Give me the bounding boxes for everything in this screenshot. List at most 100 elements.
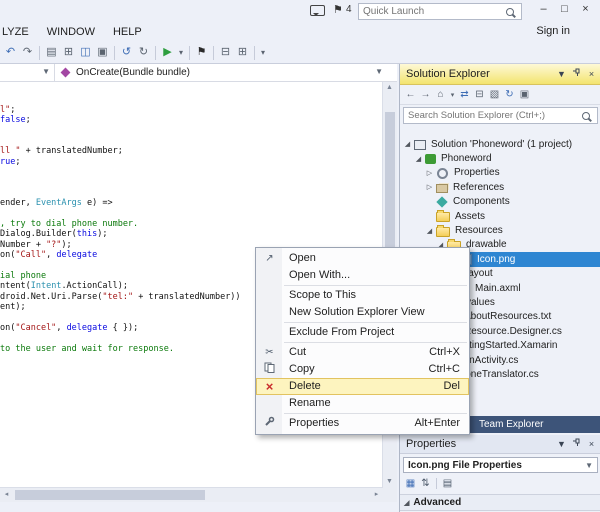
search-icon — [582, 112, 590, 120]
show-all-files-icon[interactable]: ▧ — [487, 89, 502, 100]
close-button[interactable]: × — [575, 0, 596, 18]
member-dropdown[interactable]: OnCreate(Bundle bundle) ▼ — [55, 64, 397, 81]
window-menu-icon[interactable]: ▼ — [554, 435, 569, 453]
expander-icon[interactable]: ◢ — [402, 140, 413, 148]
expander-icon[interactable]: ◢ — [404, 499, 409, 507]
tree-item-properties[interactable]: ▷Properties — [400, 166, 600, 180]
navigate-back-icon[interactable]: ↶ — [2, 43, 19, 62]
more-options-icon[interactable]: ▾ — [258, 43, 268, 62]
start-debug-icon[interactable]: ▶ — [159, 43, 176, 62]
menu-shortcut: Del — [443, 378, 460, 395]
forward-icon[interactable]: → — [418, 89, 433, 100]
tree-item-components[interactable]: Components — [400, 195, 600, 209]
tree-item-label: Solution 'Phoneword' (1 project) — [429, 139, 572, 150]
tree-item-label: Icon.png — [475, 254, 515, 265]
maximize-button[interactable]: □ — [554, 0, 575, 18]
sync-with-active-document-icon[interactable]: ⇄ — [457, 89, 472, 100]
menu-window[interactable]: WINDOW — [38, 26, 104, 38]
tree-item-assets[interactable]: Assets — [400, 209, 600, 223]
scope-dropdown-icon[interactable]: ▾ — [448, 91, 457, 99]
refresh-icon[interactable]: ↻ — [502, 89, 517, 100]
bookmark-icon[interactable]: ⚑ — [193, 43, 210, 62]
pin-icon[interactable] — [569, 435, 584, 453]
new-file-icon[interactable]: ▤ — [43, 43, 60, 62]
tree-item-references[interactable]: ▷References — [400, 180, 600, 194]
menu-item-open[interactable]: ↗Open — [256, 250, 469, 267]
feedback-bubble-icon[interactable] — [310, 5, 325, 16]
open-file-icon[interactable]: ⊞ — [60, 43, 77, 62]
categorized-icon[interactable]: ▦ — [403, 478, 418, 489]
pin-icon[interactable] — [569, 65, 584, 83]
quick-launch-box[interactable] — [358, 3, 522, 20]
expander-icon[interactable]: ◢ — [413, 155, 424, 163]
solution-explorer-header[interactable]: Solution Explorer ▼ × — [400, 64, 600, 85]
expander-icon[interactable]: ▷ — [424, 183, 435, 191]
notifications-flag-icon[interactable]: ⚑ — [333, 3, 343, 16]
collapse-all-icon[interactable]: ⊟ — [472, 89, 487, 100]
references-icon — [436, 184, 448, 193]
code-line — [0, 126, 383, 136]
menu-shortcut: Ctrl+C — [429, 361, 460, 378]
menu-item-label: Scope to This — [289, 289, 356, 301]
expander-icon[interactable]: ◢ — [424, 227, 435, 235]
method-icon — [61, 68, 71, 78]
menu-separator — [284, 285, 467, 286]
property-pages-icon[interactable]: ▤ — [440, 478, 455, 489]
category-row-advanced[interactable]: ◢ Advanced — [400, 494, 600, 511]
menu-item-scope-to-this[interactable]: Scope to This — [256, 287, 469, 304]
scroll-down-icon[interactable]: ▼ — [383, 476, 396, 488]
scroll-left-icon[interactable]: ◂ — [0, 488, 13, 501]
menu-item-new-solution-explorer-view[interactable]: New Solution Explorer View — [256, 304, 469, 321]
menu-item-copy[interactable]: CopyCtrl+C — [256, 361, 469, 378]
tree-item-solution-phoneword-1-project[interactable]: ◢ Solution 'Phoneword' (1 project) — [400, 137, 600, 151]
tree-item-label: Main.axml — [473, 283, 521, 294]
collapse-region-icon[interactable]: ⊟ — [217, 43, 234, 62]
save-all-icon[interactable]: ▣ — [94, 43, 111, 62]
expand-region-icon[interactable]: ⊞ — [234, 43, 251, 62]
menu-help[interactable]: HELP — [104, 26, 151, 38]
expander-icon[interactable]: ▷ — [424, 169, 435, 177]
tab-team-explorer[interactable]: Team Explorer — [470, 416, 552, 433]
scroll-right-icon[interactable]: ▸ — [370, 488, 383, 501]
tree-item-label: drawable — [464, 239, 507, 250]
tree-item-resources[interactable]: ◢Resources — [400, 223, 600, 237]
menu-item-delete[interactable]: ×DeleteDel — [256, 378, 469, 395]
scroll-up-icon[interactable]: ▲ — [383, 82, 396, 94]
solution-explorer-search-input[interactable] — [404, 110, 582, 121]
horizontal-scrollbar[interactable]: ◂ ▸ — [0, 487, 383, 502]
menu-separator — [284, 342, 467, 343]
main-toolbar: ↶↷▤⊞◫▣↺↻▶▾⚑⊟⊞▾ — [0, 42, 600, 64]
tree-item-phoneword[interactable]: ◢Phoneword — [400, 151, 600, 165]
undo-icon[interactable]: ↺ — [118, 43, 135, 62]
home-icon[interactable]: ⌂ — [433, 89, 448, 100]
window-menu-icon[interactable]: ▼ — [554, 65, 569, 83]
menu-item-cut[interactable]: ✂CutCtrl+X — [256, 344, 469, 361]
vertical-scroll-thumb[interactable] — [385, 112, 395, 267]
menu-analyze[interactable]: LYZE — [0, 26, 38, 38]
navigate-forward-icon[interactable]: ↷ — [19, 43, 36, 62]
alphabetical-icon[interactable]: ⇅ — [418, 478, 433, 489]
folder-icon — [436, 227, 450, 237]
selected-object-dropdown[interactable]: Icon.png File Properties ▼ — [403, 457, 598, 473]
debug-target-dropdown-icon[interactable]: ▾ — [176, 43, 186, 62]
menu-item-rename[interactable]: Rename — [256, 395, 469, 412]
save-icon[interactable]: ◫ — [77, 43, 94, 62]
menu-item-open-with[interactable]: Open With... — [256, 267, 469, 284]
type-dropdown[interactable]: ▼ — [0, 64, 55, 81]
menu-item-properties[interactable]: PropertiesAlt+Enter — [256, 415, 469, 432]
minimize-button[interactable]: – — [533, 0, 554, 18]
solution-explorer-search-box[interactable] — [403, 107, 598, 124]
properties-header[interactable]: Properties ▼ × — [400, 435, 600, 454]
horizontal-scroll-thumb[interactable] — [15, 490, 205, 500]
window-controls: – □ × — [533, 0, 596, 18]
menu-item-exclude-from-project[interactable]: Exclude From Project — [256, 324, 469, 341]
close-icon[interactable]: × — [584, 435, 599, 453]
toolbar-separator — [436, 478, 437, 489]
close-icon[interactable]: × — [584, 65, 599, 83]
properties-icon[interactable]: ▣ — [517, 89, 532, 100]
solution-explorer-toolbar: ←→⌂▾⇄⊟▧↻▣ — [400, 85, 600, 105]
redo-icon[interactable]: ↻ — [135, 43, 152, 62]
quick-launch-input[interactable] — [359, 6, 506, 17]
sign-in-link[interactable]: Sign in — [536, 25, 570, 37]
back-icon[interactable]: ← — [403, 89, 418, 100]
